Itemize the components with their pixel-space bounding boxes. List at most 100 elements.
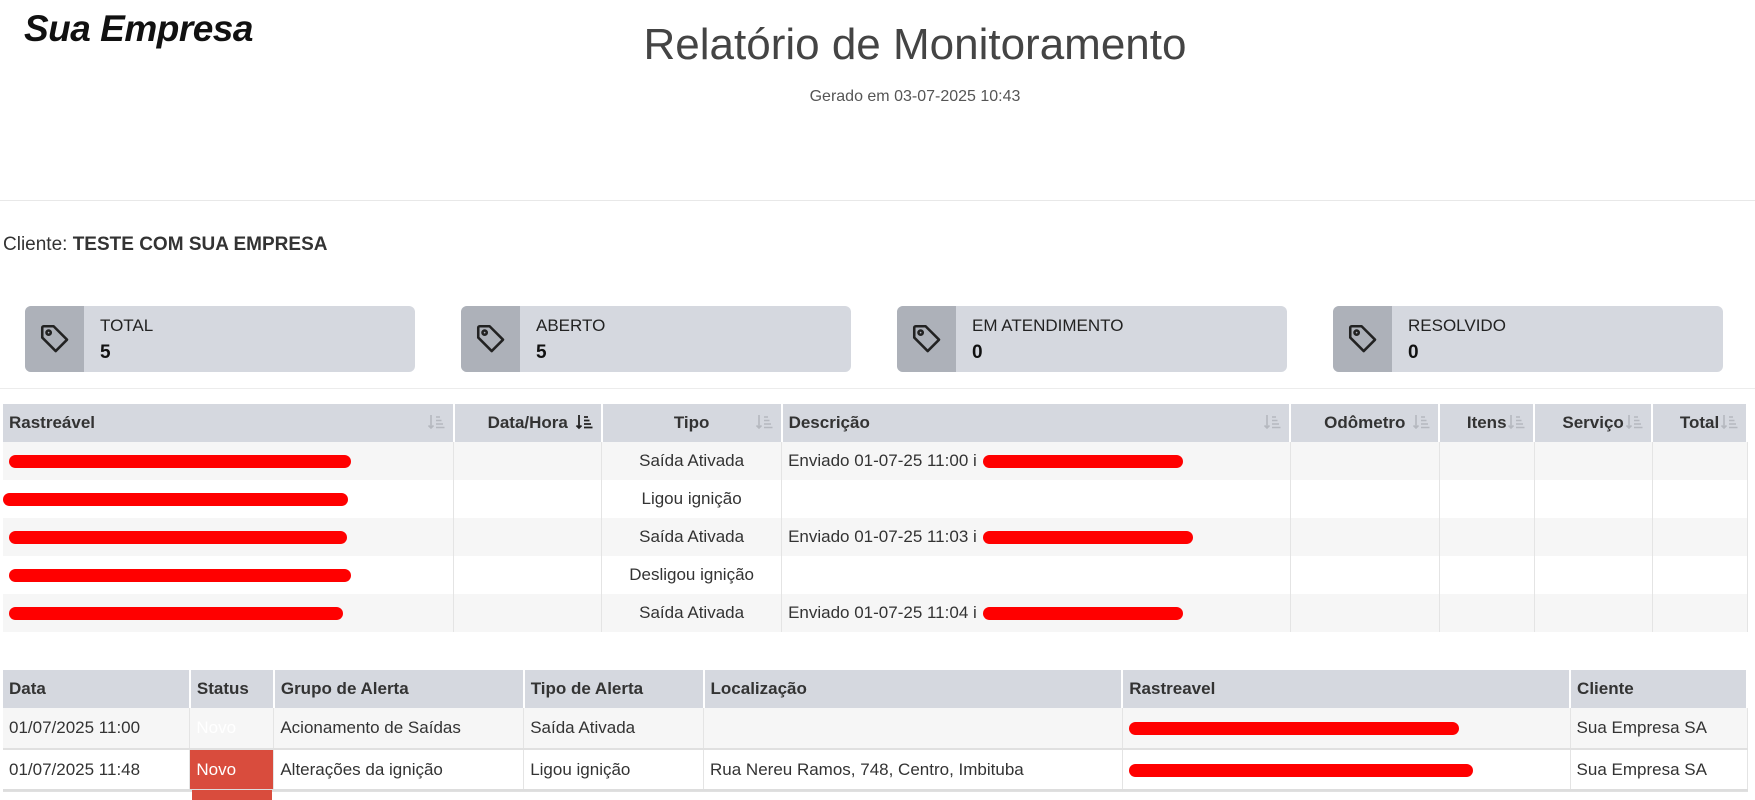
client-line: Cliente: TESTE COM SUA EMPRESA: [3, 234, 327, 256]
grupo-cell: Alterações da ignição: [273, 749, 525, 792]
report-title: Relatório de Monitoramento: [643, 20, 1187, 69]
table-row: Desligou ignição: [3, 556, 1748, 594]
rastreavel-cell: [3, 480, 455, 518]
descricao-cell: [781, 556, 1291, 594]
data-cell: 01/07/2025 11:00: [3, 708, 191, 750]
data-hora-cell: [453, 556, 603, 594]
col-descricao[interactable]: Descrição: [781, 404, 1292, 442]
col-grupo-alerta: Grupo de Alerta: [273, 670, 525, 708]
col-servico[interactable]: Serviço: [1534, 404, 1654, 442]
table-row: 01/07/2025 11:48 Novo Alterações da igni…: [3, 749, 1748, 792]
tipo-cell: Ligou ignição: [523, 749, 705, 792]
rastreavel-cell: [3, 594, 455, 632]
tipo-cell: Desligou ignição: [601, 556, 783, 594]
sort-icon[interactable]: [1507, 413, 1525, 436]
table-row: Saída Ativada Enviado 01-07-25 11:04 i: [3, 594, 1748, 632]
client-label: Cliente:: [3, 234, 68, 255]
localizacao-cell: [703, 708, 1123, 750]
cliente-cell: Sua Empresa SA: [1570, 749, 1748, 792]
header-divider: [0, 200, 1755, 201]
redaction-mark: [9, 607, 343, 621]
col-data: Data: [3, 670, 191, 708]
table-row: Ligou ignição: [3, 480, 1748, 518]
sort-icon[interactable]: [1412, 413, 1430, 436]
data-hora-cell: [453, 594, 603, 632]
redaction-mark: [1128, 722, 1459, 736]
table-row: Saída Ativada Enviado 01-07-25 11:03 i: [3, 518, 1748, 556]
card-em-atendimento: EM ATENDIMENTO 0: [897, 306, 1287, 372]
tag-icon: [25, 306, 84, 372]
events-table: Rastreável Data/Hora Tipo Descrição Odôm…: [3, 404, 1748, 632]
col-tipo-alerta: Tipo de Alerta: [523, 670, 705, 708]
descricao-cell: Enviado 01-07-25 11:00 i: [781, 442, 1291, 480]
rastreavel-cell: [3, 518, 455, 556]
sort-icon[interactable]: [1263, 413, 1281, 436]
redaction-mark: [1128, 764, 1473, 778]
col-cliente: Cliente: [1570, 670, 1748, 708]
rastreavel-cell: [3, 442, 455, 480]
data-hora-cell: [453, 518, 603, 556]
card-total: TOTAL 5: [25, 306, 415, 372]
status-badge-partial: [192, 790, 272, 800]
data-hora-cell: [453, 480, 603, 518]
rastreavel-cell: [3, 556, 455, 594]
events-header-row: Rastreável Data/Hora Tipo Descrição Odôm…: [3, 404, 1748, 442]
card-label: RESOLVIDO: [1408, 316, 1506, 335]
col-localizacao: Localização: [703, 670, 1124, 708]
rastreavel-cell: [1122, 749, 1571, 792]
card-resolvido: RESOLVIDO 0: [1333, 306, 1723, 372]
col-total[interactable]: Total: [1652, 404, 1748, 442]
rastreavel-cell: [1122, 708, 1571, 750]
alerts-header-row: Data Status Grupo de Alerta Tipo de Aler…: [3, 670, 1748, 708]
descricao-cell: Enviado 01-07-25 11:03 i: [781, 518, 1291, 556]
col-itens[interactable]: Itens: [1439, 404, 1536, 442]
tag-icon: [897, 306, 956, 372]
redaction-mark: [982, 531, 1193, 545]
sort-icon[interactable]: [1625, 413, 1643, 436]
col-status: Status: [189, 670, 275, 708]
card-value: 5: [536, 342, 547, 363]
table-row: Saída Ativada Enviado 01-07-25 11:00 i: [3, 442, 1748, 480]
card-label: EM ATENDIMENTO: [972, 316, 1124, 335]
sort-icon[interactable]: [755, 413, 773, 436]
tipo-cell: Saída Ativada: [523, 708, 705, 750]
sort-icon[interactable]: [427, 413, 445, 436]
data-cell: 01/07/2025 11:48: [3, 749, 191, 792]
redaction-mark: [9, 569, 351, 583]
client-name: TESTE COM SUA EMPRESA: [72, 234, 328, 255]
alerts-table: Data Status Grupo de Alerta Tipo de Aler…: [3, 670, 1748, 792]
tag-icon: [1333, 306, 1392, 372]
tipo-cell: Ligou ignição: [601, 480, 783, 518]
col-rastreavel: Rastreavel: [1122, 670, 1572, 708]
card-label: TOTAL: [100, 316, 154, 335]
tag-icon: [461, 306, 520, 372]
card-label: ABERTO: [536, 316, 606, 335]
cliente-cell: Sua Empresa SA: [1570, 708, 1748, 750]
status-badge: Novo: [189, 708, 275, 750]
col-tipo[interactable]: Tipo: [601, 404, 783, 442]
tipo-cell: Saída Ativada: [601, 518, 783, 556]
descricao-cell: Enviado 01-07-25 11:04 i: [781, 594, 1291, 632]
col-rastreavel[interactable]: Rastreável: [3, 404, 455, 442]
card-value: 5: [100, 342, 111, 363]
table-row: 01/07/2025 11:00 Novo Acionamento de Saí…: [3, 708, 1748, 750]
redaction-mark: [9, 531, 347, 545]
redaction-mark: [982, 455, 1183, 469]
card-value: 0: [972, 342, 983, 363]
col-odometro[interactable]: Odômetro: [1290, 404, 1441, 442]
sort-icon[interactable]: [1720, 413, 1738, 436]
redaction-mark: [982, 607, 1183, 621]
localizacao-cell: Rua Nereu Ramos, 748, Centro, Imbituba: [703, 749, 1123, 792]
card-aberto: ABERTO 5: [461, 306, 851, 372]
redaction-mark: [3, 493, 348, 507]
card-value: 0: [1408, 342, 1419, 363]
tipo-cell: Saída Ativada: [601, 442, 783, 480]
report-generated-date: Gerado em 03-07-2025 10:43: [809, 88, 1021, 105]
sort-icon-active[interactable]: [575, 413, 593, 436]
descricao-cell: [781, 480, 1291, 518]
redaction-mark: [9, 455, 351, 469]
tipo-cell: Saída Ativada: [601, 594, 783, 632]
grupo-cell: Acionamento de Saídas: [273, 708, 525, 750]
col-data-hora[interactable]: Data/Hora: [453, 404, 603, 442]
data-hora-cell: [453, 442, 603, 480]
